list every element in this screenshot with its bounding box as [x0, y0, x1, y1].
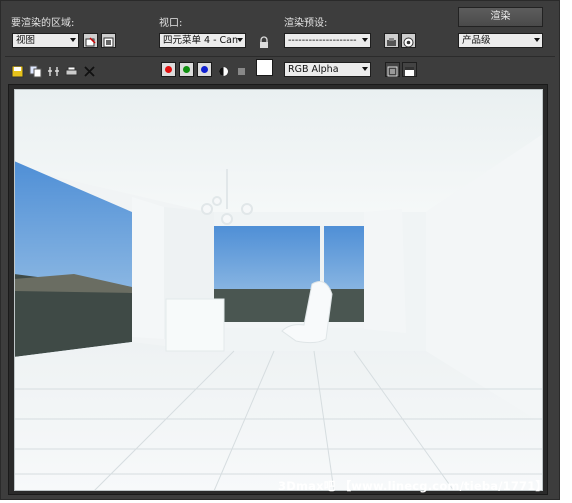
print-image-icon[interactable] [65, 63, 78, 76]
area-to-render-value: 视图 [16, 35, 36, 46]
environment-effects-icon[interactable] [401, 33, 416, 48]
render-preset-dropdown[interactable]: -------------------- [284, 33, 371, 48]
monochrome-icon[interactable] [235, 63, 248, 76]
display-alpha-icon[interactable] [217, 63, 230, 76]
green-channel-dot [183, 66, 190, 73]
rendered-interior-image [14, 89, 543, 491]
color-swatch[interactable] [256, 59, 273, 76]
chevron-down-icon [362, 67, 368, 71]
chevron-down-icon [534, 38, 540, 42]
red-channel-dot [165, 66, 172, 73]
render-view [8, 84, 548, 495]
chevron-down-icon [70, 38, 76, 42]
save-image-icon[interactable] [11, 63, 24, 78]
viewport-label: 视口: [159, 18, 183, 29]
area-to-render-dropdown[interactable]: 视图 [12, 33, 79, 48]
auto-region-select-icon[interactable] [101, 33, 116, 48]
chevron-down-icon [237, 38, 243, 42]
lock-icon[interactable] [258, 34, 270, 48]
copy-image-icon[interactable] [29, 63, 42, 78]
edit-region-icon[interactable] [83, 33, 98, 48]
production-quality-dropdown[interactable]: 产品级 [458, 33, 543, 48]
render-preset-label: 渲染预设: [284, 18, 328, 29]
render-setup-icon[interactable] [384, 33, 399, 48]
clone-frame-window-icon[interactable] [47, 63, 60, 76]
viewport-value: 四元菜单 4 - Can [163, 35, 239, 46]
viewport-dropdown[interactable]: 四元菜单 4 - Can [159, 33, 246, 48]
render-button[interactable]: 渲染 [458, 7, 543, 27]
area-to-render-label: 要渲染的区域: [11, 18, 75, 29]
channel-display-dropdown[interactable]: RGB Alpha [284, 62, 371, 77]
clear-icon[interactable] [83, 63, 96, 77]
green-channel-toggle[interactable] [179, 62, 194, 77]
render-preset-value: -------------------- [288, 35, 357, 46]
watermark-text: 3Dmax吧 【www.linecg.com/tieba/1771】 [278, 479, 548, 493]
toggle-ui-overlay-icon[interactable] [385, 62, 400, 77]
production-quality-value: 产品级 [462, 35, 491, 46]
rendered-frame-window: 要渲染的区域: 视口: 渲染预设: 渲染 视图 四元菜单 4 - Can ---… [0, 0, 560, 500]
channel-display-value: RGB Alpha [288, 64, 339, 75]
blue-channel-toggle[interactable] [197, 62, 212, 77]
blue-channel-dot [201, 66, 208, 73]
red-channel-toggle[interactable] [161, 62, 176, 77]
toggle-ui-icon[interactable] [402, 62, 417, 77]
chevron-down-icon [362, 38, 368, 42]
divider [5, 56, 555, 57]
